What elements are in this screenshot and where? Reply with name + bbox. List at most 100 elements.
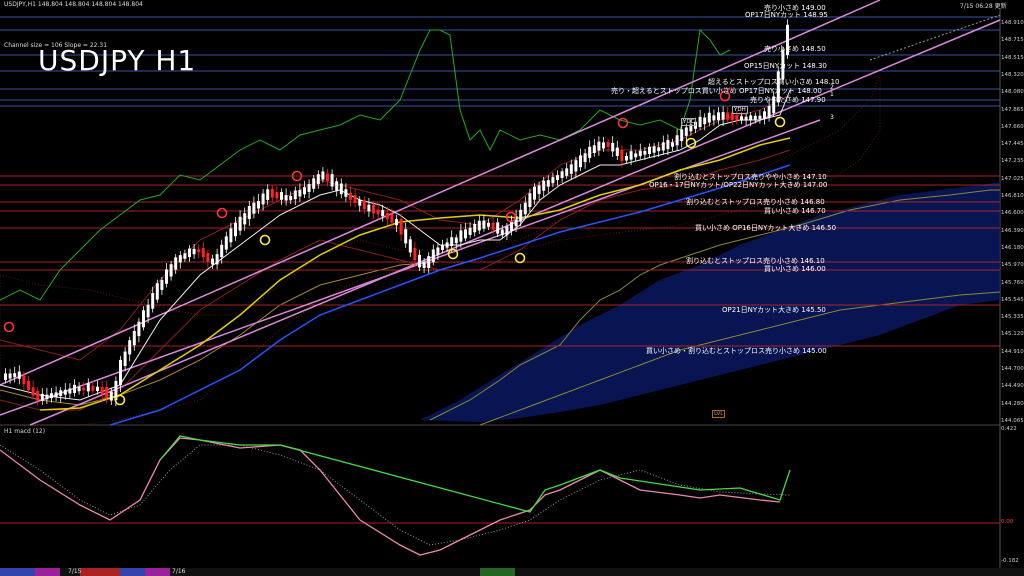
chart-window[interactable]: USDJPY,H1 148.804 148.804 148.804 148.80… [0,0,1024,576]
candle-body[interactable] [50,393,53,399]
candle-body[interactable] [206,253,210,262]
candle-body[interactable] [91,385,95,391]
candle-body[interactable] [744,116,748,121]
candle-body[interactable] [519,209,523,222]
candle-body[interactable] [454,237,458,244]
candle-body[interactable] [358,199,362,206]
candle-body[interactable] [712,115,716,121]
candle-body[interactable] [602,142,605,149]
candle-body[interactable] [643,150,647,155]
candle-body[interactable] [40,393,44,401]
candle-body[interactable] [464,229,467,239]
candle-body[interactable] [510,221,513,231]
candle-body[interactable] [165,269,168,284]
candle-body[interactable] [395,219,398,226]
candle-body[interactable] [721,112,725,120]
candle-body[interactable] [17,371,21,379]
candle-body[interactable] [661,142,665,151]
candle-body[interactable] [652,146,656,153]
candle-body[interactable] [257,201,260,209]
candle-body[interactable] [146,304,150,318]
candle-body[interactable] [707,112,711,123]
candle-body[interactable] [31,387,35,396]
candle-body[interactable] [22,375,26,385]
candle-body[interactable] [684,127,688,136]
candle-body[interactable] [671,142,674,147]
candle-body[interactable] [105,386,109,398]
candle-body[interactable] [183,253,187,259]
candle-body[interactable] [238,216,242,231]
candle-body[interactable] [740,116,743,121]
candle-body[interactable] [399,218,403,235]
candle-body[interactable] [224,236,228,250]
candle-body[interactable] [450,237,454,246]
candle-body[interactable] [413,248,417,261]
candle-body[interactable] [289,195,293,201]
candle-body[interactable] [367,204,371,212]
candle-body[interactable] [717,112,720,121]
candle-body[interactable] [155,283,159,300]
candle-body[interactable] [188,248,191,258]
candle-body[interactable] [215,254,219,265]
candle-body[interactable] [109,391,113,401]
candle-body[interactable] [4,373,7,380]
candle-body[interactable] [68,388,72,394]
candle-body[interactable] [767,106,771,118]
candle-body[interactable] [169,264,173,277]
candle-body[interactable] [592,145,596,153]
candle-body[interactable] [666,139,670,150]
candle-body[interactable] [629,151,633,160]
candle-body[interactable] [45,394,49,400]
candle-body[interactable] [588,146,592,158]
candle-body[interactable] [422,261,426,268]
candle-body[interactable] [418,254,421,268]
candle-body[interactable] [551,177,555,184]
candle-body[interactable] [500,229,504,236]
candle-body[interactable] [119,359,122,386]
candle-body[interactable] [473,223,477,233]
candle-body[interactable] [606,141,610,148]
candle-body[interactable] [316,174,320,185]
candle-body[interactable] [735,114,739,121]
candle-body[interactable] [638,150,642,157]
candle-body[interactable] [63,389,67,395]
candle-body[interactable] [381,210,385,217]
candle-body[interactable] [496,222,500,234]
candle-body[interactable] [542,180,546,191]
candle-body[interactable] [537,185,541,194]
candle-body[interactable] [234,222,237,237]
candle-body[interactable] [408,239,412,253]
candle-body[interactable] [523,202,527,215]
candle-body[interactable] [211,258,214,265]
candle-body[interactable] [261,193,265,205]
candle-body[interactable] [362,200,366,210]
candle-body[interactable] [36,391,40,401]
candle-body[interactable] [698,116,702,128]
candle-body[interactable] [77,386,81,392]
candle-body[interactable] [441,245,444,250]
candle-body[interactable] [533,186,536,200]
candle-body[interactable] [634,153,638,158]
candle-body[interactable] [86,383,90,392]
candle-body[interactable] [344,189,348,197]
candle-body[interactable] [482,220,486,229]
candle-body[interactable] [160,280,164,290]
candle-body[interactable] [54,392,58,397]
candle-body[interactable] [583,153,587,163]
candle-body[interactable] [703,117,707,125]
candle-body[interactable] [220,244,224,258]
candle-body[interactable] [270,188,274,198]
candle-body[interactable] [280,192,283,200]
candle-body[interactable] [491,222,495,230]
candle-body[interactable] [326,173,329,182]
candle-body[interactable] [192,248,196,255]
candle-body[interactable] [128,340,132,355]
candle-body[interactable] [247,206,251,220]
candle-body[interactable] [178,255,182,263]
candle-body[interactable] [625,155,628,161]
candle-body[interactable] [560,171,564,178]
candle-body[interactable] [284,195,288,201]
candle-body[interactable] [137,321,141,337]
candle-body[interactable] [243,213,247,225]
candle-body[interactable] [151,293,155,309]
